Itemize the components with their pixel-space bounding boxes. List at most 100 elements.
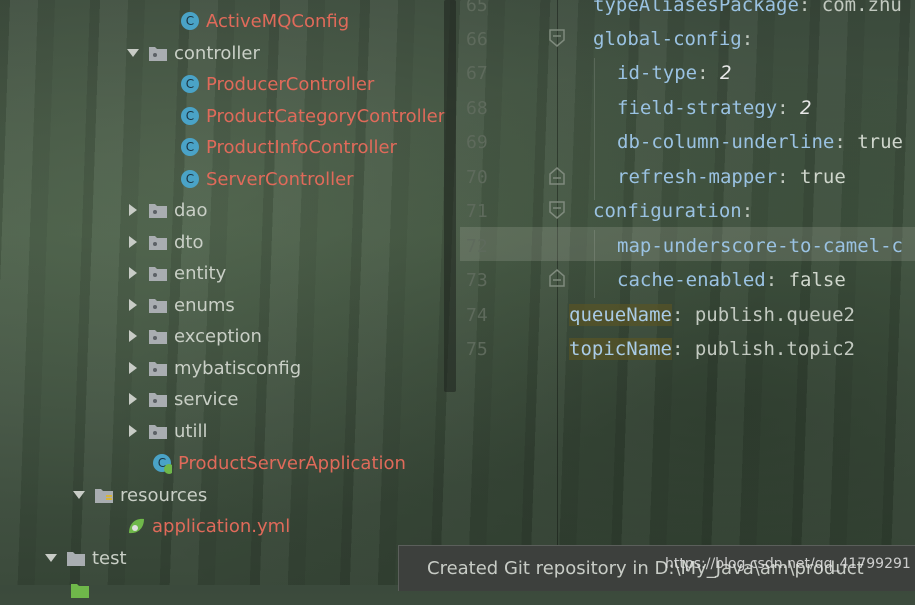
tree-item-label: ServerController <box>206 168 354 190</box>
chevron-right-icon[interactable] <box>126 424 140 438</box>
line-number: 72 <box>466 236 488 257</box>
tree-item-entity[interactable]: entity <box>126 258 226 288</box>
tree-item-label: service <box>174 388 239 410</box>
spring-leaf-icon <box>126 517 146 535</box>
java-class-icon: C <box>180 138 200 156</box>
code-line: refresh-mapper: true <box>617 166 846 188</box>
tree-item-mybatisconfig[interactable]: mybatisconfig <box>126 353 301 383</box>
chevron-down-icon[interactable] <box>126 46 140 60</box>
fold-open-icon[interactable] <box>548 200 566 220</box>
fold-close-icon[interactable] <box>548 268 566 288</box>
tree-item-label: controller <box>174 42 260 64</box>
chevron-right-icon[interactable] <box>126 392 140 406</box>
code-line: queueName: publish.queue2 <box>569 304 855 326</box>
spring-boot-class-icon: C <box>152 454 172 474</box>
package-folder-icon <box>148 327 168 345</box>
tree-item-utill[interactable]: utill <box>126 416 207 446</box>
tree-item-label: dto <box>174 231 204 253</box>
chevron-right-icon[interactable] <box>126 203 140 217</box>
tree-item-label: ProductInfoController <box>206 136 397 158</box>
code-line: field-strategy: 2 <box>617 97 812 119</box>
tree-item-label: dao <box>174 199 208 221</box>
tree-item-producercontroller[interactable]: C ProducerController <box>180 69 374 99</box>
chevron-right-icon[interactable] <box>126 266 140 280</box>
package-folder-icon <box>148 390 168 408</box>
tree-item-label: exception <box>174 325 262 347</box>
java-class-icon: C <box>180 75 200 93</box>
tree-item-activemqconfig[interactable]: C ActiveMQConfig <box>180 6 349 36</box>
code-line: topicName: publish.topic2 <box>569 338 855 360</box>
chevron-right-icon[interactable] <box>126 298 140 312</box>
gutter-divider <box>557 0 558 585</box>
svg-text:C: C <box>186 14 194 28</box>
cut-off-tree-row <box>70 575 96 605</box>
chevron-right-icon[interactable] <box>126 329 140 343</box>
tree-item-exception[interactable]: exception <box>126 321 262 351</box>
tree-item-label: ActiveMQConfig <box>206 10 350 32</box>
tree-item-test[interactable]: test <box>44 543 127 573</box>
chevron-right-icon[interactable] <box>126 235 140 249</box>
chevron-right-icon[interactable] <box>126 361 140 375</box>
line-number: 74 <box>466 305 488 326</box>
code-line: map-underscore-to-camel-c <box>617 235 903 257</box>
code-line: id-type: 2 <box>617 62 732 84</box>
tree-item-label: ProducerController <box>206 73 375 95</box>
folder-icon <box>66 549 86 567</box>
tree-item-productcategorycontroller[interactable]: C ProductCategoryController <box>180 101 445 131</box>
code-line: configuration: <box>593 200 754 222</box>
watermark-text: https://blog.csdn.net/qq_41799291 <box>665 556 911 572</box>
tree-scrollbar[interactable] <box>444 0 456 392</box>
code-line: cache-enabled: false <box>617 269 846 291</box>
tree-item-dto[interactable]: dto <box>126 227 204 257</box>
tree-item-productinfocontroller[interactable]: C ProductInfoController <box>180 132 397 162</box>
tree-item-label: utill <box>174 420 208 442</box>
line-number: 65 <box>466 0 488 16</box>
line-number: 69 <box>466 132 488 153</box>
tree-item-label: application.yml <box>152 515 291 537</box>
chevron-down-icon[interactable] <box>72 488 86 502</box>
line-number: 71 <box>466 201 488 222</box>
tree-item-enums[interactable]: enums <box>126 290 235 320</box>
resources-folder-icon <box>94 486 114 504</box>
svg-text:C: C <box>186 140 194 154</box>
tree-item-resources[interactable]: resources <box>72 480 207 510</box>
tree-item-servercontroller[interactable]: C ServerController <box>180 164 354 194</box>
svg-text:C: C <box>186 109 194 123</box>
tree-item-service[interactable]: service <box>126 384 238 414</box>
chevron-down-icon[interactable] <box>44 551 58 565</box>
line-number: 68 <box>466 98 488 119</box>
package-folder-icon <box>148 44 168 62</box>
package-folder-icon <box>148 296 168 314</box>
package-folder-icon <box>148 201 168 219</box>
tree-item-label: mybatisconfig <box>174 357 302 379</box>
indent-guide <box>594 230 595 298</box>
code-line: typeAliasesPackage: com.zhu <box>593 0 902 16</box>
java-class-icon: C <box>180 12 200 30</box>
folder-icon <box>70 581 90 599</box>
java-class-icon: C <box>180 107 200 125</box>
indent-guide <box>594 58 595 200</box>
tree-item-application-yml[interactable]: application.yml <box>126 511 290 541</box>
fold-close-icon[interactable] <box>548 166 566 186</box>
tree-item-label: ProductServerApplication <box>178 452 406 474</box>
code-line: global-config: <box>593 28 754 50</box>
package-folder-icon <box>148 422 168 440</box>
project-tree: C ActiveMQConfig controller C ProducerCo… <box>0 0 458 598</box>
tree-item-label: entity <box>174 262 227 284</box>
package-folder-icon <box>148 359 168 377</box>
package-folder-icon <box>148 264 168 282</box>
fold-open-icon[interactable] <box>548 28 566 48</box>
line-number: 70 <box>466 167 488 188</box>
tree-item-label: ProductCategoryController <box>206 105 446 127</box>
tree-item-controller[interactable]: controller <box>126 38 260 68</box>
package-folder-icon <box>148 233 168 251</box>
line-number: 66 <box>466 29 488 50</box>
svg-text:C: C <box>186 77 194 91</box>
line-number: 73 <box>466 270 488 291</box>
tree-item-dao[interactable]: dao <box>126 195 207 225</box>
tree-item-productserverapplication[interactable]: C ProductServerApplication <box>152 448 406 478</box>
tree-item-label: test <box>92 547 127 569</box>
code-line: db-column-underline: true <box>617 131 903 153</box>
tree-item-label: enums <box>174 294 235 316</box>
svg-text:C: C <box>186 172 194 186</box>
